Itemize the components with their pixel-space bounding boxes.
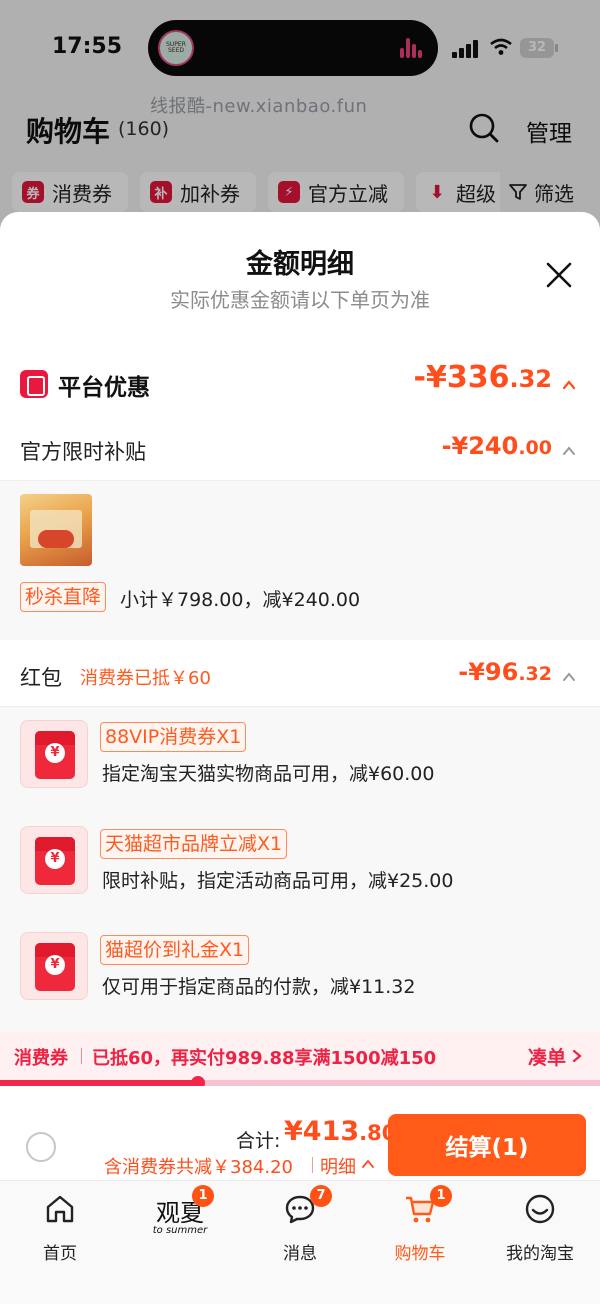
checkout-button[interactable]: 结算(1) [388,1114,586,1176]
chevron-up-icon [563,446,575,455]
tab-label: 消息 [283,1244,317,1264]
platform-discount-row[interactable]: 平台优惠 -¥336.32 [0,360,600,410]
coupon-desc: 指定淘宝天猫实物商品可用，减¥60.00 [102,763,435,785]
notification-badge: 1 [430,1185,452,1207]
to-summer-subtitle: to summer [152,1225,208,1236]
coupon-desc: 限时补贴，指定活动商品可用，减¥25.00 [102,870,454,892]
red-packet-icon [20,720,88,788]
close-icon[interactable] [544,260,574,290]
notification-badge: 1 [192,1185,214,1207]
tab-home[interactable]: 首页 [0,1181,120,1271]
chevron-up-icon [362,1159,374,1168]
home-icon [46,1195,74,1223]
tab-label: 首页 [43,1244,77,1264]
promo-label: 消费券 [14,1048,68,1069]
select-all-checkbox[interactable] [26,1132,56,1162]
sheet-subtitle: 实际优惠金额请以下单页为准 [170,288,430,312]
total-discount-text: 含消费券共减￥384.20 [104,1157,293,1178]
detail-divider [312,1157,313,1173]
redpack-amount: -¥96.32 [458,658,552,686]
total-amount: ¥413.80 [284,1116,397,1147]
chevron-right-icon [572,1050,582,1062]
promo-divider [81,1048,82,1064]
coupon-name-tag: 88VIP消费券X1 [100,722,247,752]
tab-my-taobao[interactable]: 我的淘宝 [480,1181,600,1271]
checkout-bar: 合计: ¥413.80 含消费券共减￥384.20 明细 结算(1) [0,1086,600,1182]
redpack-consumer-coupon-note: 消费券已抵￥60 [80,668,211,689]
to-summer-logo: 观夏 [156,1199,204,1227]
add-items-link[interactable]: 凑单 [528,1043,566,1070]
detail-link[interactable]: 明细 [320,1153,356,1179]
tab-to-summer[interactable]: 观夏 to summer 1 [120,1181,240,1271]
modal-backdrop[interactable] [0,0,600,230]
platform-discount-amount: -¥336.32 [413,360,552,395]
coupon-name-tag: 猫超价到礼金X1 [100,935,250,965]
chevron-up-icon [562,380,576,390]
sheet-title: 金额明细 [246,249,354,280]
coupon-name-tag: 天猫超市品牌立减X1 [100,829,288,859]
consumer-coupon-promo-bar[interactable]: 消费券 已抵60，再实付989.88享满1500减150 凑单 [0,1032,600,1080]
chevron-up-icon [563,672,575,681]
smile-face-icon [525,1194,555,1224]
amount-detail-sheet: 金额明细 实际优惠金额请以下单页为准 平台优惠 -¥336.32 官方限时补贴 … [0,212,600,1304]
cart-page-background: 17:55 SUPER SEED 32 线报酷-new.xianbao.fun … [0,0,600,230]
flash-sale-tag: 秒杀直降 [20,582,107,612]
official-subsidy-amount: -¥240.00 [441,432,552,460]
official-subsidy-row[interactable]: 官方限时补贴 -¥240.00 [0,426,600,476]
platform-discount-label: 平台优惠 [58,375,150,401]
redpack-label: 红包 [20,666,62,690]
tab-cart[interactable]: 1 购物车 [360,1181,480,1271]
product-thumbnail[interactable] [20,494,92,566]
red-packet-icon [20,826,88,894]
tab-label: 我的淘宝 [506,1244,574,1264]
platform-discount-icon [20,370,48,398]
tab-label: 购物车 [394,1244,446,1264]
notification-badge: 7 [310,1185,332,1207]
tab-messages[interactable]: 7 消息 [240,1181,360,1271]
total-label: 合计: [236,1130,281,1152]
bottom-tab-bar: 首页 观夏 to summer 1 7 消息 1 购物车 我的淘宝 [0,1180,600,1304]
product-subtotal-text: 小计￥798.00，减¥240.00 [120,589,361,611]
red-packet-icon [20,932,88,1000]
promo-text: 已抵60，再实付989.88享满1500减150 [92,1048,437,1069]
coupon-desc: 仅可用于指定商品的付款，减¥11.32 [102,976,416,998]
official-subsidy-label: 官方限时补贴 [20,440,146,464]
